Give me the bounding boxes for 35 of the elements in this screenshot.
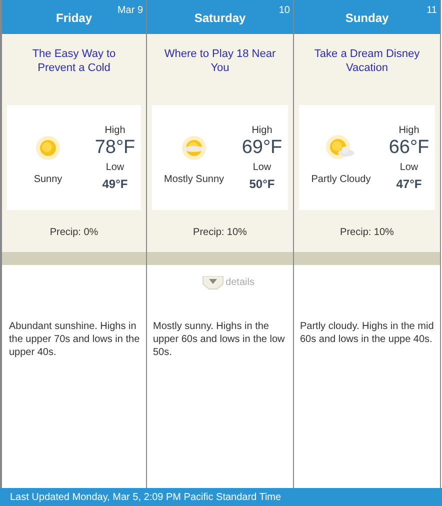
- condition-text: Partly Cloudy: [311, 173, 371, 187]
- precip-text: Precip: 10%: [193, 226, 247, 240]
- sun-cloud-icon: [180, 134, 208, 162]
- forecast-description: Partly cloudy. Highs in the mid 60s and lows in the uppe 40s.: [299, 320, 435, 346]
- high-label: High: [398, 124, 420, 138]
- date-label: 10: [278, 4, 290, 18]
- headline-link[interactable]: Where to Play 18 Near You: [160, 47, 280, 105]
- low-temp: 50°F: [249, 176, 275, 192]
- forecast-description: Abundant sunshine. Highs in the upper 70s and lows in the upper 40s.: [8, 320, 141, 359]
- condition-text: Mostly Sunny: [164, 173, 224, 187]
- low-label: Low: [400, 160, 418, 174]
- precip-text: Precip: 0%: [50, 226, 98, 240]
- precip-text: Precip: 10%: [340, 226, 394, 240]
- high-temp: 78°F: [94, 138, 136, 158]
- date-label: 11: [426, 4, 437, 18]
- low-label: Low: [252, 160, 272, 174]
- high-label: High: [104, 124, 126, 138]
- date-label: Mar 9: [117, 4, 143, 18]
- high-temp: 69°F: [242, 138, 282, 158]
- headline-link[interactable]: Take a Dream Disney Vacation: [307, 47, 427, 105]
- day-name: Sunday: [345, 10, 389, 27]
- day-name: Saturday: [194, 10, 246, 27]
- sun-icon: [34, 134, 62, 162]
- high-temp: 66°F: [388, 138, 430, 158]
- high-label: High: [252, 124, 272, 138]
- sun-cloud-icon: [326, 134, 356, 162]
- forecast-description: Mostly sunny. Highs in the upper 60s and lows in the low 50s.: [152, 320, 286, 359]
- caret-icon: [202, 276, 224, 290]
- low-temp: 49°F: [102, 176, 128, 192]
- low-label: Low: [106, 160, 124, 174]
- headline-link[interactable]: The Easy Way to Prevent a Cold: [14, 47, 134, 105]
- day-name: Friday: [56, 10, 92, 27]
- low-temp: 47°F: [396, 176, 422, 192]
- condition-text: Sunny: [34, 173, 62, 187]
- last-updated-text: Last Updated Monday, Mar 5, 2:09 PM Pacific Standard Time: [10, 490, 282, 504]
